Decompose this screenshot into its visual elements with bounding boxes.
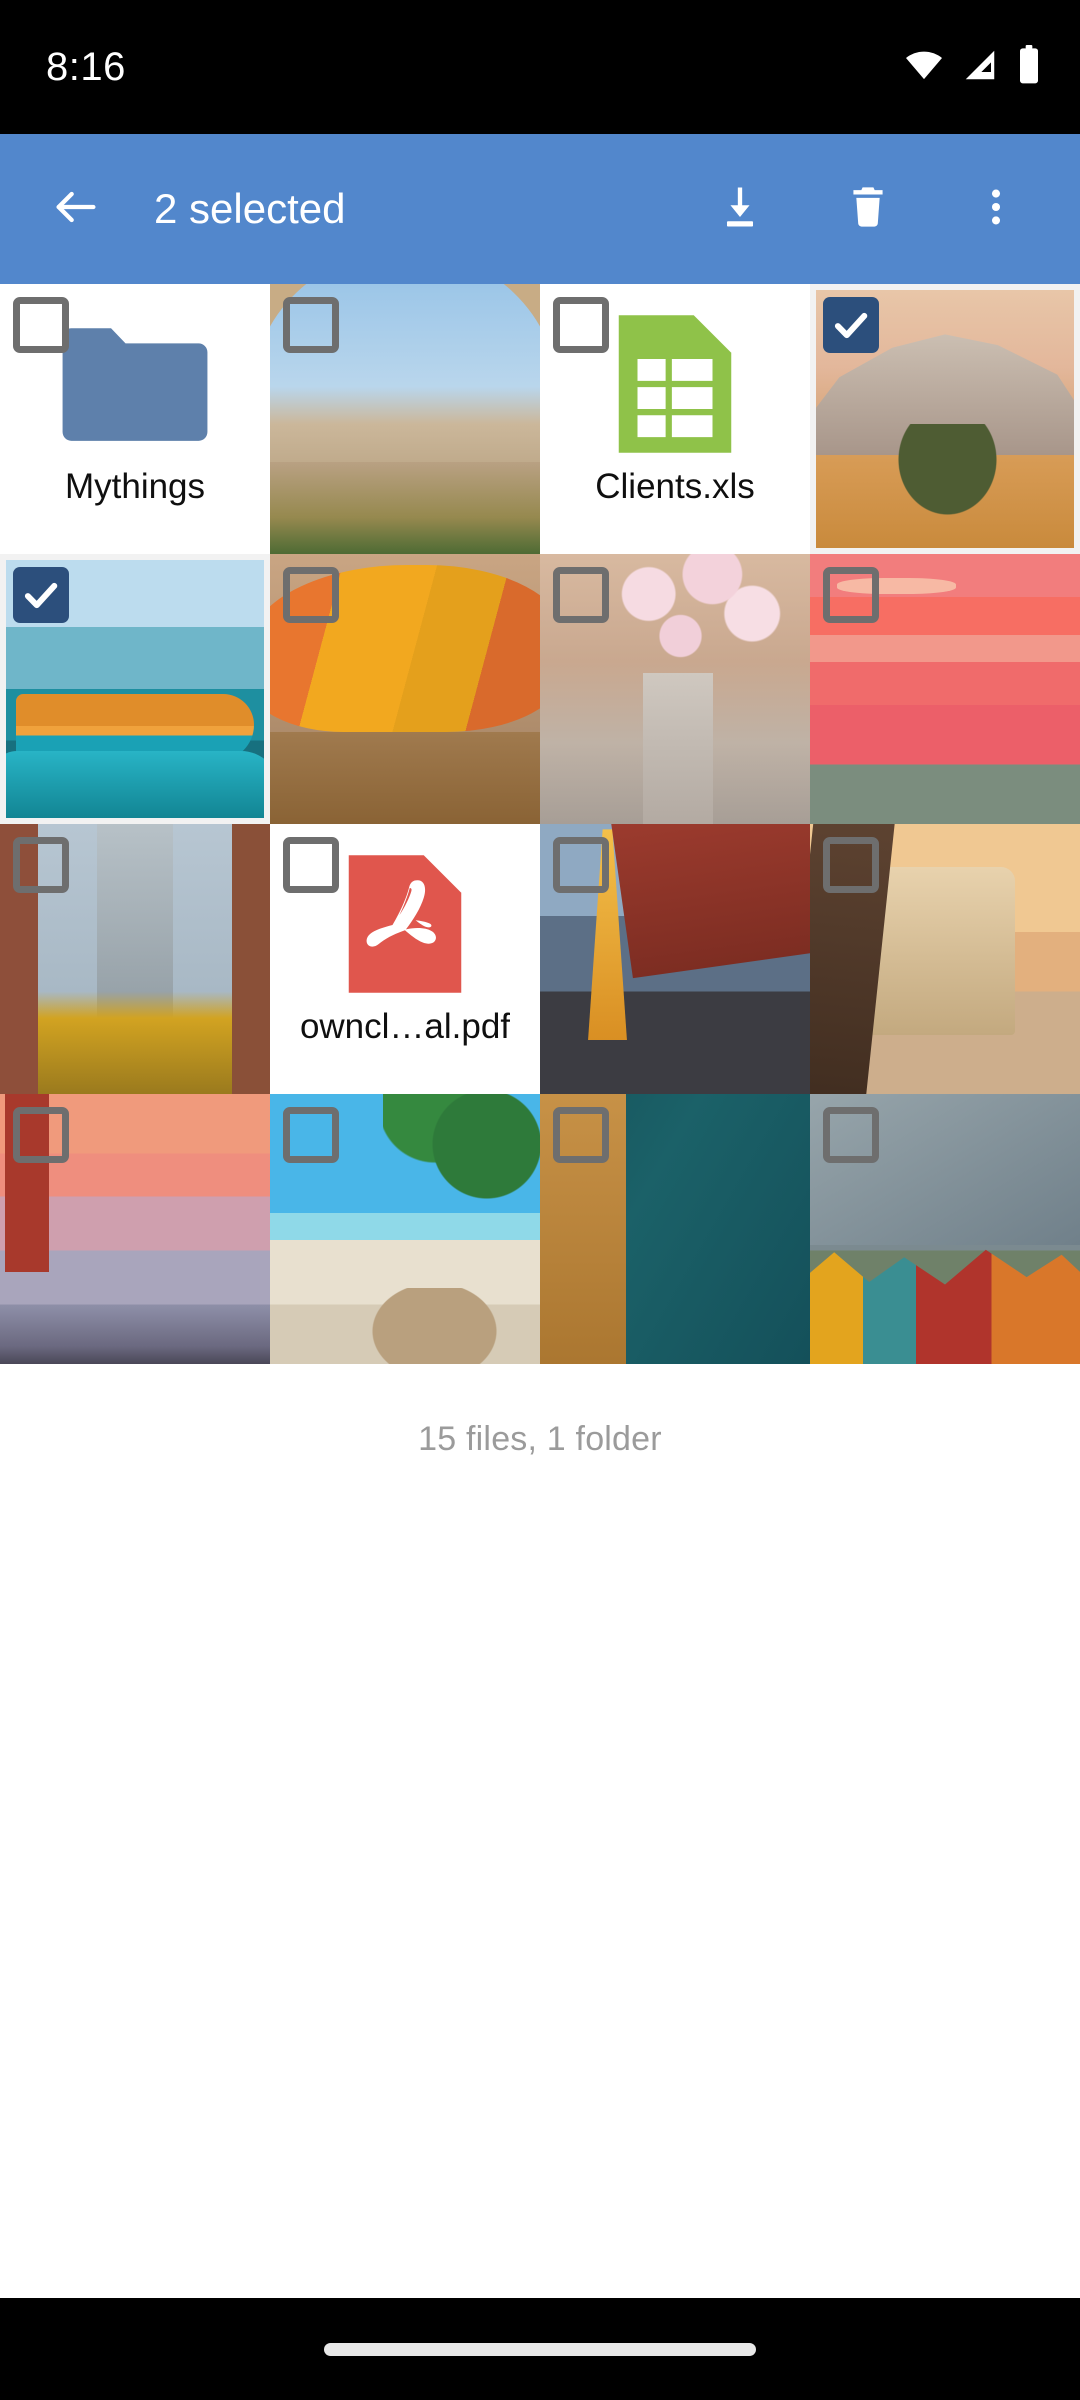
grid-item[interactable]: Mythings bbox=[0, 284, 270, 554]
file-name-label: owncl…al.pdf bbox=[299, 1008, 511, 1046]
empty-space bbox=[0, 1459, 1080, 2298]
selection-title: 2 selected bbox=[154, 185, 346, 232]
file-name-label: Clients.xls bbox=[595, 468, 755, 506]
trash-icon bbox=[843, 182, 893, 237]
wifi-icon bbox=[904, 45, 944, 90]
grid-item[interactable]: owncl…al.pdf bbox=[270, 824, 540, 1094]
checkbox-unchecked[interactable] bbox=[283, 297, 339, 353]
battery-icon bbox=[1016, 44, 1042, 90]
download-button[interactable] bbox=[692, 161, 788, 257]
file-count-label: 15 files, 1 folder bbox=[418, 1420, 662, 1458]
checkbox-unchecked[interactable] bbox=[283, 1107, 339, 1163]
status-icon-group bbox=[904, 44, 1042, 90]
checkbox-unchecked[interactable] bbox=[13, 297, 69, 353]
app-bar: 2 selected bbox=[0, 134, 1080, 284]
file-name-label: Mythings bbox=[64, 468, 206, 506]
grid-item[interactable] bbox=[0, 824, 270, 1094]
delete-button[interactable] bbox=[820, 161, 916, 257]
checkbox-unchecked[interactable] bbox=[13, 837, 69, 893]
home-gesture-pill[interactable] bbox=[324, 2342, 756, 2356]
grid-item[interactable] bbox=[270, 1094, 540, 1364]
checkbox-unchecked[interactable] bbox=[553, 567, 609, 623]
checkbox-unchecked[interactable] bbox=[283, 837, 339, 893]
spreadsheet-icon bbox=[597, 306, 753, 462]
grid-item[interactable] bbox=[810, 1094, 1080, 1364]
checkbox-unchecked[interactable] bbox=[823, 837, 879, 893]
checkbox-checked[interactable] bbox=[823, 297, 879, 353]
checkbox-unchecked[interactable] bbox=[823, 1107, 879, 1163]
status-bar: 8:16 bbox=[0, 0, 1080, 134]
checkbox-unchecked[interactable] bbox=[553, 297, 609, 353]
phone-screen: 8:16 2 selected Mythings Clients.xls own… bbox=[0, 0, 1080, 2400]
grid-item[interactable] bbox=[810, 554, 1080, 824]
download-icon bbox=[714, 181, 766, 238]
pdf-icon bbox=[327, 846, 483, 1002]
cellular-signal-icon bbox=[961, 46, 999, 89]
overflow-menu-button[interactable] bbox=[948, 161, 1044, 257]
grid-item[interactable] bbox=[810, 824, 1080, 1094]
checkbox-unchecked[interactable] bbox=[823, 567, 879, 623]
checkbox-unchecked[interactable] bbox=[553, 1107, 609, 1163]
checkbox-unchecked[interactable] bbox=[553, 837, 609, 893]
app-bar-actions bbox=[692, 161, 1048, 257]
grid-item[interactable] bbox=[0, 554, 270, 824]
grid-item[interactable] bbox=[270, 284, 540, 554]
grid-item[interactable] bbox=[810, 284, 1080, 554]
navigation-bar bbox=[0, 2298, 1080, 2400]
file-grid: Mythings Clients.xls owncl…al.pdf bbox=[0, 284, 1080, 1364]
folder-icon bbox=[57, 306, 213, 462]
grid-item[interactable] bbox=[540, 824, 810, 1094]
arrow-back-icon bbox=[50, 181, 102, 238]
grid-item[interactable] bbox=[540, 1094, 810, 1364]
back-button[interactable] bbox=[28, 161, 124, 257]
status-clock: 8:16 bbox=[46, 44, 126, 89]
grid-item[interactable] bbox=[0, 1094, 270, 1364]
checkbox-unchecked[interactable] bbox=[283, 567, 339, 623]
grid-item[interactable]: Clients.xls bbox=[540, 284, 810, 554]
more-vertical-icon bbox=[973, 184, 1019, 235]
checkbox-unchecked[interactable] bbox=[13, 1107, 69, 1163]
grid-item[interactable] bbox=[270, 554, 540, 824]
checkbox-checked[interactable] bbox=[13, 567, 69, 623]
grid-item[interactable] bbox=[540, 554, 810, 824]
